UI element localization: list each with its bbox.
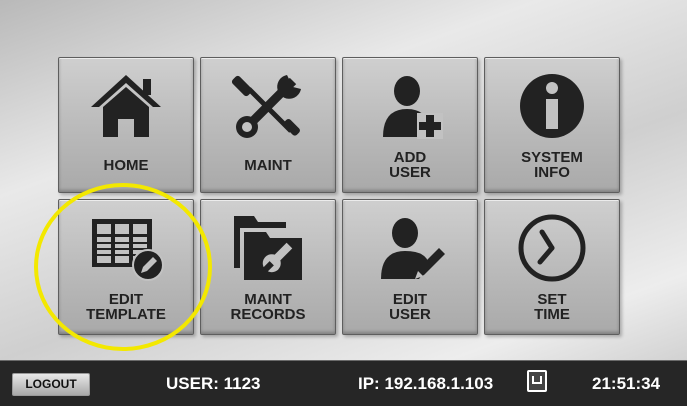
clock-icon — [485, 210, 619, 285]
home-icon — [59, 68, 193, 143]
home-label: HOME — [103, 157, 149, 174]
edit-template-label: EDIT TEMPLATE — [86, 291, 166, 323]
user-id-text: USER: 1123 — [166, 374, 261, 393]
network-port-icon — [527, 370, 547, 392]
maint-button[interactable]: MAINT — [200, 57, 336, 193]
set-time-label: SET TIME — [534, 291, 570, 323]
edit-template-icon — [59, 210, 193, 285]
maint-records-label: MAINT RECORDS — [230, 291, 306, 323]
edit-template-button[interactable]: EDIT TEMPLATE — [58, 199, 194, 335]
set-time-button[interactable]: SET TIME — [484, 199, 620, 335]
edit-user-label: EDIT USER — [389, 291, 431, 323]
system-info-label: SYSTEM INFO — [521, 149, 583, 181]
add-user-button[interactable]: ADD USER — [342, 57, 478, 193]
menu-grid: HOME MAINT ADD USER SYSTEM INFO EDIT TEM… — [0, 0, 687, 360]
edit-user-icon — [343, 210, 477, 285]
touchscreen-frame: HOME MAINT ADD USER SYSTEM INFO EDIT TEM… — [0, 0, 687, 406]
clock-time-text: 21:51:34 — [592, 374, 661, 393]
wrench-screwdriver-icon — [201, 68, 335, 143]
maint-records-button[interactable]: MAINT RECORDS — [200, 199, 336, 335]
info-icon — [485, 68, 619, 143]
home-button[interactable]: HOME — [58, 57, 194, 193]
ip-address-text: IP: 192.168.1.103 — [358, 374, 494, 393]
status-bar: LOGOUT USER: 1123 IP: 192.168.1.103 21:5… — [0, 360, 687, 406]
logout-button[interactable]: LOGOUT — [12, 373, 90, 396]
edit-user-button[interactable]: EDIT USER — [342, 199, 478, 335]
maint-label: MAINT — [244, 157, 292, 174]
add-user-label: ADD USER — [389, 149, 431, 181]
system-info-button[interactable]: SYSTEM INFO — [484, 57, 620, 193]
folder-wrench-icon — [201, 210, 335, 285]
add-user-icon — [343, 68, 477, 143]
